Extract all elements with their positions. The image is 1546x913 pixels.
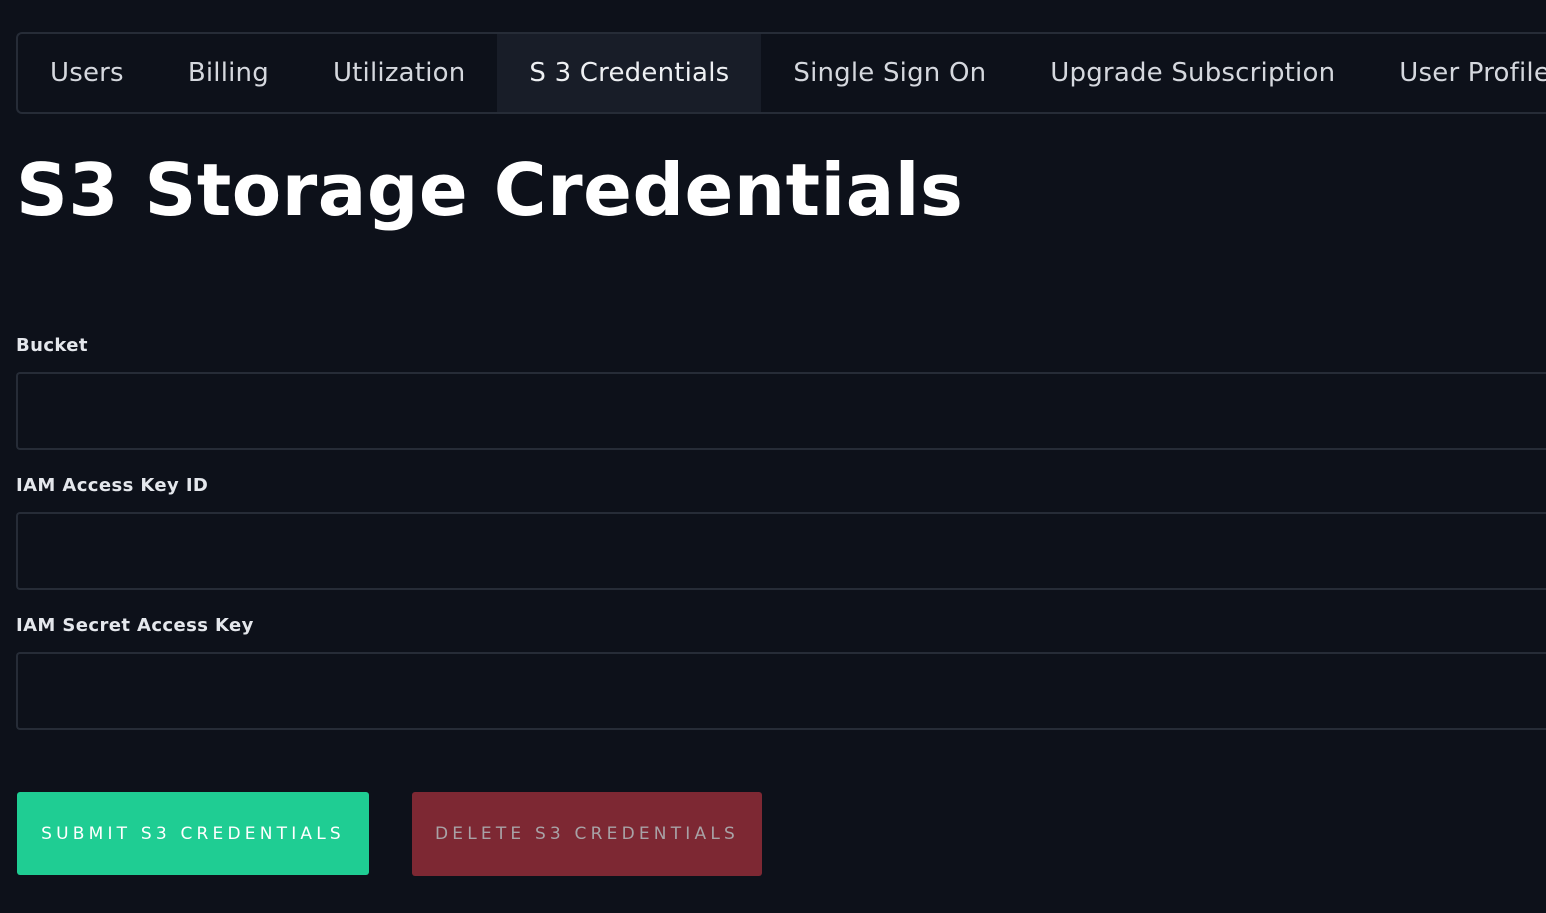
- tab-utilization[interactable]: Utilization: [301, 34, 497, 112]
- bucket-input[interactable]: [16, 372, 1546, 450]
- page-title: S3 Storage Credentials: [16, 148, 964, 232]
- secret-key-input[interactable]: [16, 652, 1546, 730]
- settings-tabbar: Users Billing Utilization S 3 Credential…: [16, 32, 1546, 114]
- tab-s3-credentials[interactable]: S 3 Credentials: [497, 34, 762, 112]
- tab-user-profile[interactable]: User Profile: [1367, 34, 1546, 112]
- delete-s3-credentials-button[interactable]: DELETE S3 CREDENTIALS: [412, 792, 762, 876]
- tab-billing[interactable]: Billing: [156, 34, 301, 112]
- tab-s3-credentials-label: S 3 Credentials: [529, 58, 730, 88]
- tab-users[interactable]: Users: [18, 34, 156, 112]
- bucket-label: Bucket: [16, 335, 88, 356]
- submit-s3-credentials-button[interactable]: SUBMIT S3 CREDENTIALS: [17, 792, 369, 875]
- access-key-input[interactable]: [16, 512, 1546, 590]
- tab-upgrade-subscription-label: Upgrade Subscription: [1050, 58, 1336, 88]
- tab-users-label: Users: [50, 58, 124, 88]
- tab-single-sign-on[interactable]: Single Sign On: [761, 34, 1018, 112]
- tab-billing-label: Billing: [187, 58, 269, 88]
- tab-upgrade-subscription[interactable]: Upgrade Subscription: [1018, 34, 1367, 112]
- tab-single-sign-on-label: Single Sign On: [793, 58, 987, 88]
- tab-utilization-label: Utilization: [332, 58, 466, 88]
- secret-key-label: IAM Secret Access Key: [16, 615, 254, 636]
- access-key-label: IAM Access Key ID: [16, 475, 209, 496]
- tab-user-profile-label: User Profile: [1399, 58, 1546, 88]
